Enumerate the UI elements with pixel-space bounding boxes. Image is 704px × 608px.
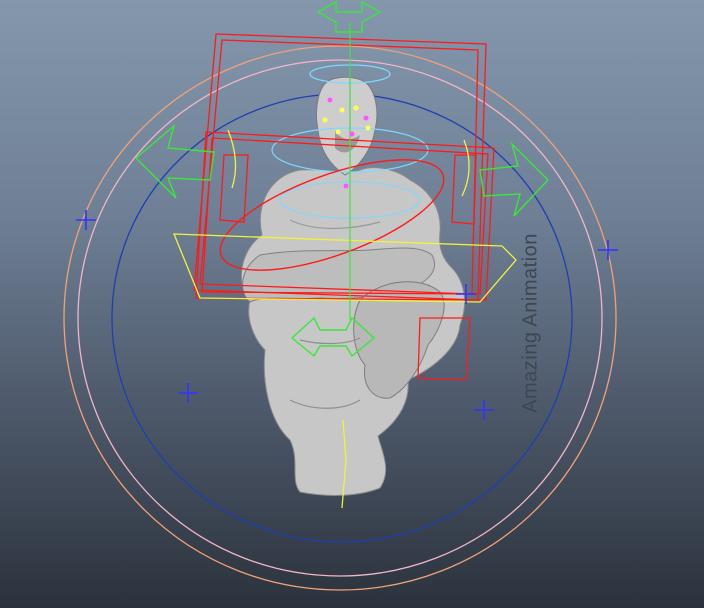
maya-viewport[interactable]: Amazing Animation — [0, 0, 704, 608]
scene-canvas[interactable] — [0, 0, 704, 608]
right-shoulder-control[interactable] — [461, 139, 470, 197]
locator-cross-icon[interactable] — [598, 240, 618, 260]
locator-cross-icon[interactable] — [474, 400, 494, 420]
locator-cross-icon[interactable] — [178, 383, 198, 403]
arrow-control-right[interactable] — [479, 141, 549, 217]
arrow-control-top[interactable] — [317, 0, 382, 33]
locator-cross-icon[interactable] — [76, 210, 96, 230]
watermark-text: Amazing Animation — [519, 233, 542, 413]
